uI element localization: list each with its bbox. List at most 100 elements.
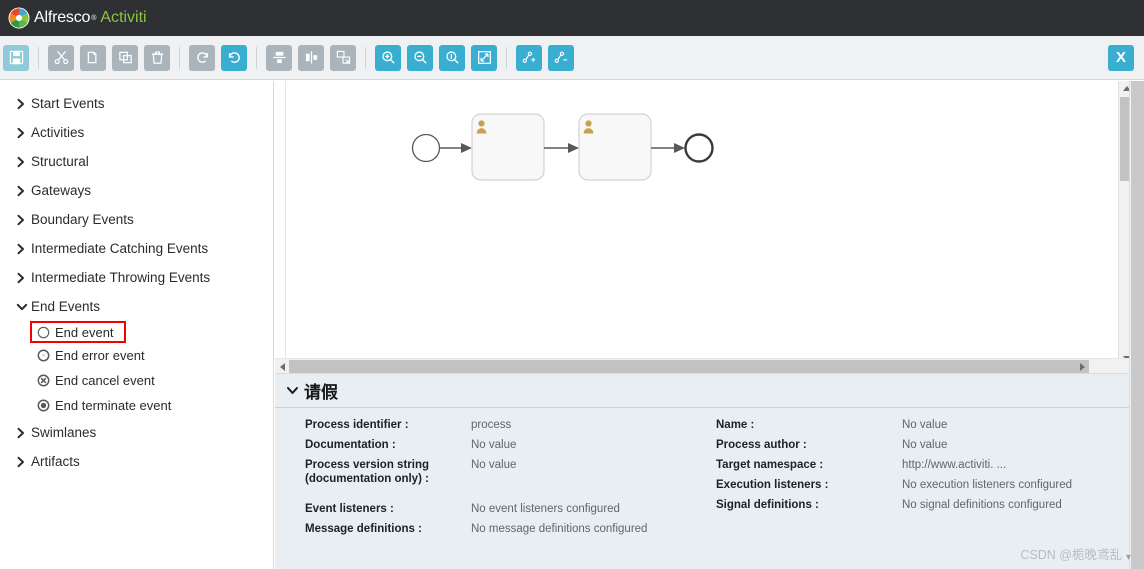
- palette-item-end-cancel-event[interactable]: End cancel event: [32, 368, 273, 393]
- palette-group-label: Swimlanes: [31, 425, 97, 440]
- properties-column-left: Process identifier : process Documentati…: [275, 418, 702, 542]
- palette-group-gateways[interactable]: Gateways: [0, 176, 273, 205]
- page-scroll-thumb[interactable]: [1131, 81, 1144, 569]
- chevron-right-icon: [17, 185, 29, 196]
- title-bar: Alfresco ® Activiti: [0, 0, 1144, 36]
- palette-group-label: Artifacts: [31, 454, 80, 469]
- redo-button[interactable]: [189, 44, 215, 71]
- close-icon: X: [1115, 49, 1126, 66]
- property-row: Execution listeners : No execution liste…: [702, 478, 1129, 492]
- end-cancel-event-icon: [36, 374, 50, 388]
- property-value: No value: [902, 439, 948, 451]
- zoom-out-button[interactable]: [407, 44, 433, 71]
- property-spacer: [275, 492, 702, 502]
- magnifier-plus-icon: [381, 50, 396, 65]
- property-row: Documentation : No value: [275, 438, 702, 452]
- property-value: process: [471, 419, 512, 431]
- scroll-left-arrow-icon[interactable]: [275, 359, 289, 374]
- paste-icon: [118, 50, 133, 65]
- toolbar-separator-3: [256, 46, 257, 69]
- scroll-right-arrow-icon[interactable]: [1075, 359, 1089, 374]
- property-value: No value: [471, 439, 517, 451]
- palette-group-label: Boundary Events: [31, 212, 134, 227]
- cut-button[interactable]: [48, 44, 74, 71]
- property-row: Process identifier : process: [275, 418, 702, 432]
- app-logo: Alfresco ® Activiti: [8, 7, 147, 29]
- property-row: Message definitions : No message definit…: [275, 522, 702, 536]
- shape-palette: Start Events Activities Structural Gatew…: [0, 81, 274, 569]
- page-title: 请假: [304, 383, 338, 402]
- canvas-horizontal-scrollbar[interactable]: [275, 358, 1129, 373]
- palette-group-label: Intermediate Throwing Events: [31, 270, 211, 285]
- delete-button[interactable]: [144, 44, 170, 71]
- palette-item-end-terminate-event[interactable]: End terminate event: [32, 393, 273, 418]
- save-button[interactable]: [3, 44, 29, 71]
- remove-bendpoint-button[interactable]: [548, 44, 574, 71]
- palette-group-artifacts[interactable]: Artifacts: [0, 447, 273, 476]
- properties-columns: Process identifier : process Documentati…: [275, 408, 1129, 542]
- palette-item-label: End terminate event: [55, 398, 172, 413]
- undo-arrow-icon: [227, 50, 242, 65]
- chevron-right-icon: [17, 98, 29, 109]
- palette-group-intermediate-catching-events[interactable]: Intermediate Catching Events: [0, 234, 273, 263]
- properties-header[interactable]: 请假: [275, 374, 1129, 408]
- palette-group-structural[interactable]: Structural: [0, 147, 273, 176]
- palette-item-end-error-event[interactable]: End error event: [32, 343, 273, 368]
- close-editor-button[interactable]: X: [1108, 44, 1134, 71]
- properties-panel: 请假 Process identifier : process Document…: [275, 373, 1129, 569]
- magnifier-minus-icon: [413, 50, 428, 65]
- align-vertical-button[interactable]: [266, 44, 292, 71]
- zoom-fit-button[interactable]: [471, 44, 497, 71]
- palette-group-start-events[interactable]: Start Events: [0, 89, 273, 118]
- end-terminate-event-icon: [36, 399, 50, 413]
- property-value: No event listeners configured: [471, 503, 620, 515]
- align-horizontal-icon: [304, 50, 319, 65]
- canvas-left-gutter: [275, 81, 286, 366]
- page-vertical-scrollbar[interactable]: [1129, 81, 1144, 569]
- property-row: Signal definitions : No signal definitio…: [702, 498, 1129, 512]
- brand-alfresco-text: Alfresco: [34, 9, 91, 26]
- brand-trademark-icon: ®: [91, 14, 97, 22]
- chevron-down-icon: [16, 303, 29, 311]
- palette-group-intermediate-throwing-events[interactable]: Intermediate Throwing Events: [0, 263, 273, 292]
- property-value: http://www.activiti. ...: [902, 459, 1007, 471]
- palette-group-boundary-events[interactable]: Boundary Events: [0, 205, 273, 234]
- zoom-actual-button[interactable]: [439, 44, 465, 71]
- zoom-in-button[interactable]: [375, 44, 401, 71]
- property-row: Target namespace : http://www.activiti. …: [702, 458, 1129, 472]
- palette-group-swimlanes[interactable]: Swimlanes: [0, 418, 273, 447]
- copy-button[interactable]: [80, 44, 106, 71]
- scissors-icon: [54, 50, 69, 65]
- palette-group-end-events[interactable]: End Events: [0, 292, 273, 321]
- toolbar-separator-4: [365, 46, 366, 69]
- trash-icon: [150, 50, 165, 65]
- same-size-button[interactable]: [330, 44, 356, 71]
- paste-button[interactable]: [112, 44, 138, 71]
- copy-icon: [86, 50, 101, 65]
- property-label: Process version string (documentation on…: [305, 459, 429, 485]
- properties-column-right: Name : No value Process author : No valu…: [702, 418, 1129, 542]
- horizontal-scroll-thumb[interactable]: [289, 360, 1089, 373]
- chevron-right-icon: [17, 214, 29, 225]
- property-value: No message definitions configured: [471, 523, 648, 535]
- property-value: No execution listeners configured: [902, 479, 1073, 491]
- undo-button[interactable]: [221, 44, 247, 71]
- end-event-circle-icon: [36, 325, 50, 339]
- bendpoint-minus-icon: [554, 50, 569, 65]
- palette-group-label: Activities: [31, 125, 85, 140]
- palette-item-end-event[interactable]: End event: [30, 321, 126, 343]
- chevron-right-icon: [17, 456, 29, 467]
- fit-to-screen-icon: [477, 50, 492, 65]
- bpmn-process-diagram[interactable]: [286, 83, 1114, 355]
- add-bendpoint-button[interactable]: [516, 44, 542, 71]
- align-horizontal-button[interactable]: [298, 44, 324, 71]
- end-error-event-icon: [36, 349, 50, 363]
- activiti-modeler-window: Alfresco ® Activiti X Start Events Activ…: [0, 0, 1144, 569]
- chevron-right-icon: [17, 272, 29, 283]
- palette-item-label: End error event: [55, 348, 145, 363]
- resize-same-size-icon: [336, 50, 351, 65]
- palette-group-activities[interactable]: Activities: [0, 118, 273, 147]
- watermark-caret-icon: ▾: [1125, 552, 1131, 563]
- alfresco-pinwheel-logo-icon: [8, 7, 30, 29]
- diagram-canvas[interactable]: [275, 81, 1144, 373]
